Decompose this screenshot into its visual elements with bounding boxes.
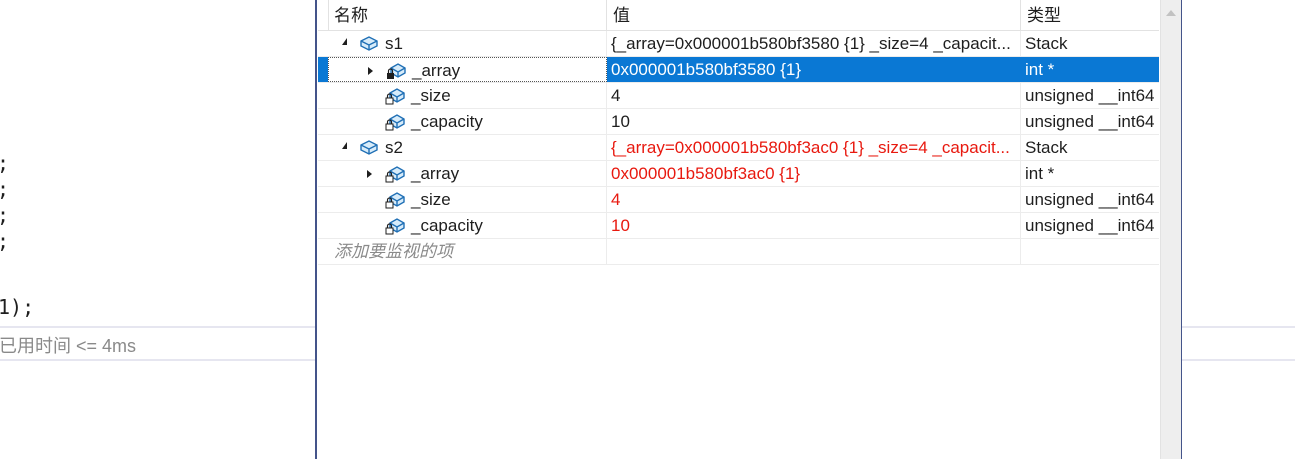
watch-row[interactable]: _size 4 unsigned __int64	[318, 187, 1159, 213]
code-number: 1	[0, 295, 11, 319]
watch-name: _capacity	[411, 112, 483, 131]
watch-window: 名称 值 类型 s1 {_array=0x000001b580bf3580 {1…	[315, 0, 1182, 459]
watch-type: Stack	[1025, 138, 1068, 157]
watch-row[interactable]: _capacity 10 unsigned __int64	[318, 213, 1159, 239]
collapse-icon[interactable]	[342, 142, 347, 149]
watch-name: s2	[385, 138, 403, 157]
watch-name-cell: _array	[328, 161, 607, 186]
watch-value-changed[interactable]: 10	[607, 213, 1021, 238]
scroll-up-icon[interactable]	[1166, 10, 1176, 16]
watch-value-changed[interactable]: {_array=0x000001b580bf3ac0 {1} _size=4 _…	[607, 135, 1021, 160]
watch-value[interactable]: {_array=0x000001b580bf3580 {1} _size=4 _…	[607, 31, 1021, 56]
watch-value[interactable]: 0x000001b580bf3580 {1}	[607, 57, 1021, 82]
private-field-icon	[385, 114, 405, 131]
code-line: ;	[0, 176, 9, 202]
watch-type: int *	[1025, 60, 1055, 79]
watch-grid: 名称 值 类型 s1 {_array=0x000001b580bf3580 {1…	[318, 0, 1159, 459]
watch-row[interactable]: _array 0x000001b580bf3ac0 {1} int *	[318, 161, 1159, 187]
watch-type: int *	[1025, 164, 1055, 183]
add-watch-placeholder[interactable]: 添加要监视的项	[334, 239, 453, 264]
watch-name: _size	[411, 190, 451, 209]
empty-type-cell	[1021, 239, 1159, 264]
watch-type: unsigned __int64	[1025, 86, 1155, 105]
watch-name: _array	[412, 61, 461, 80]
watch-name-cell: _capacity	[328, 213, 607, 238]
watch-value[interactable]: 10	[607, 109, 1021, 134]
watch-value-changed[interactable]: 4	[607, 187, 1021, 212]
watch-name-cell: _capacity	[328, 109, 607, 134]
private-field-icon	[385, 166, 405, 183]
expand-icon[interactable]	[367, 170, 372, 178]
watch-value-changed[interactable]: 0x000001b580bf3ac0 {1}	[607, 161, 1021, 186]
code-line: ;	[0, 202, 9, 228]
watch-name-cell: _array	[328, 57, 607, 82]
watch-row[interactable]: _capacity 10 unsigned __int64	[318, 109, 1159, 135]
add-watch-cell[interactable]: 添加要监视的项	[328, 239, 607, 264]
watch-row[interactable]: s2 {_array=0x000001b580bf3ac0 {1} _size=…	[318, 135, 1159, 161]
private-field-icon	[385, 192, 405, 209]
code-line: ;	[0, 150, 9, 176]
vertical-scrollbar[interactable]	[1160, 0, 1181, 459]
watch-value[interactable]: 4	[607, 83, 1021, 108]
variable-object-icon	[360, 140, 378, 155]
empty-value-cell	[607, 239, 1021, 264]
expand-icon[interactable]	[368, 67, 373, 75]
watch-row[interactable]: s1 {_array=0x000001b580bf3580 {1} _size=…	[318, 31, 1159, 57]
watch-row[interactable]: _size 4 unsigned __int64	[318, 83, 1159, 109]
code-text: );	[10, 295, 35, 319]
watch-name-cell: _size	[328, 187, 607, 212]
watch-type: Stack	[1025, 34, 1068, 53]
private-field-icon	[385, 88, 405, 105]
code-line: ;	[0, 228, 9, 254]
column-header-value[interactable]: 值	[607, 0, 1021, 30]
watch-type: unsigned __int64	[1025, 216, 1155, 235]
watch-row-selected[interactable]: _array 0x000001b580bf3580 {1} int *	[318, 57, 1159, 83]
watch-type: unsigned __int64	[1025, 112, 1155, 131]
watch-name: s1	[385, 34, 403, 53]
variable-object-icon	[360, 36, 378, 51]
column-header-row: 名称 值 类型	[318, 0, 1159, 31]
watch-name-cell: _size	[328, 83, 607, 108]
column-header-name[interactable]: 名称	[328, 0, 607, 30]
watch-name-cell: s1	[328, 31, 607, 56]
perf-tip[interactable]: 已用时间 <= 4ms	[0, 334, 136, 358]
watch-name-cell: s2	[328, 135, 607, 160]
watch-name: _capacity	[411, 216, 483, 235]
watch-type: unsigned __int64	[1025, 190, 1155, 209]
private-field-icon	[387, 63, 406, 79]
watch-name: _array	[411, 164, 460, 183]
private-field-icon	[385, 218, 405, 235]
add-watch-row[interactable]: 添加要监视的项	[318, 239, 1159, 265]
collapse-icon[interactable]	[342, 38, 347, 45]
watch-name: _size	[411, 86, 451, 105]
column-header-type[interactable]: 类型	[1021, 0, 1161, 30]
code-line-call: 1);	[0, 294, 34, 320]
